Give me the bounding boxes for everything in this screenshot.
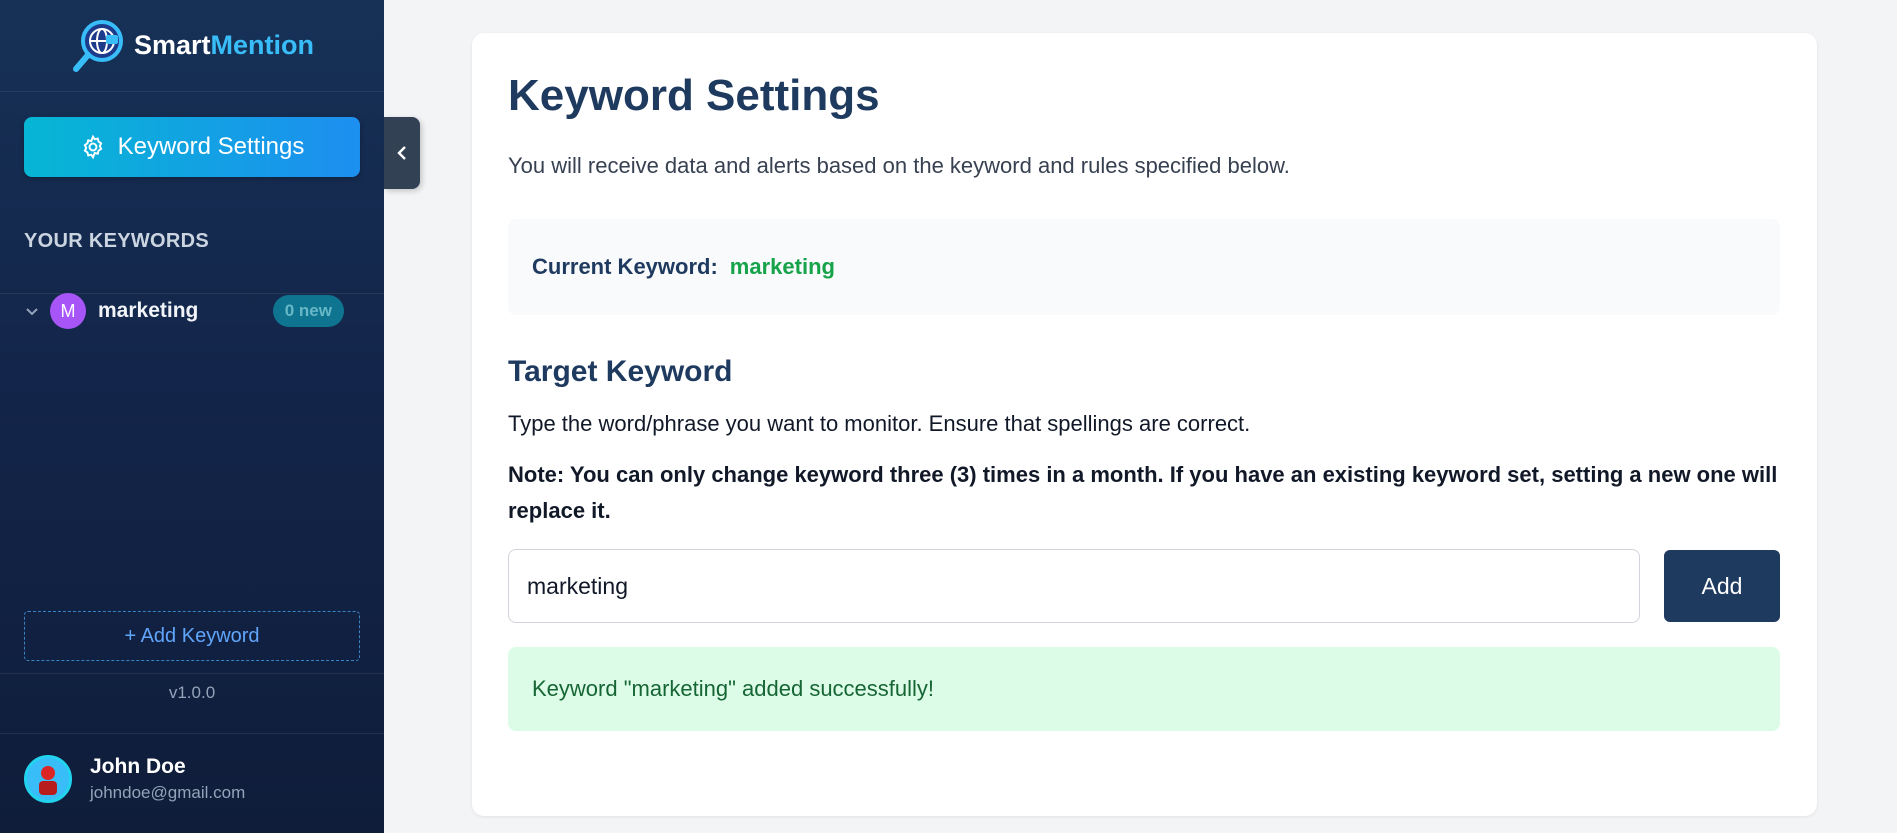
new-count-badge: 0 new (272, 295, 344, 327)
help-text: Type the word/phrase you want to monitor… (508, 411, 1251, 436)
current-keyword-label: Current Keyword: (532, 254, 718, 279)
gear-icon (83, 134, 102, 160)
user-profile[interactable]: John Doe johndoe@gmail.com (24, 755, 245, 803)
user-email: johndoe@gmail.com (90, 783, 246, 802)
chevron-down-icon[interactable] (24, 303, 50, 319)
keyword-avatar: M (50, 293, 86, 329)
brand: SmartMention (0, 0, 384, 92)
keyword-change-note: Note: You can only change keyword three … (508, 462, 1778, 523)
your-keywords-heading: YOUR KEYWORDS (24, 230, 210, 252)
keyword-settings-nav-button[interactable]: Keyword Settings (24, 117, 360, 177)
nav-section: Keyword Settings (0, 92, 384, 294)
current-keyword-box: Current Keyword: marketing (508, 219, 1780, 315)
page-title: Keyword Settings (508, 71, 880, 120)
page-description: You will receive data and alerts based o… (508, 153, 1290, 178)
user-name: John Doe (90, 755, 186, 778)
current-keyword-value: marketing (729, 254, 835, 279)
keyword-settings-card: Keyword Settings You will receive data a… (472, 33, 1817, 816)
version-label: v1.0.0 (168, 683, 216, 702)
globe-search-icon (72, 19, 123, 72)
keyword-label: marketing (98, 299, 199, 322)
add-keyword-button[interactable]: + Add Keyword (24, 611, 360, 661)
add-button[interactable]: Add (1664, 550, 1780, 622)
user-info: John Doe johndoe@gmail.com (90, 755, 245, 803)
chevron-left-icon (397, 146, 406, 160)
divider (0, 733, 384, 734)
divider (0, 673, 384, 674)
target-keyword-heading: Target Keyword (508, 355, 733, 388)
app-root: SmartMention Keyword Settings YOUR KEYWO… (0, 0, 1897, 833)
success-alert: Keyword "marketing" added successfully! (508, 647, 1780, 731)
brand-name: SmartMention (133, 30, 314, 60)
keyword-input[interactable] (508, 549, 1640, 623)
nav-button-label: Keyword Settings (117, 133, 305, 160)
keyword-item-marketing[interactable]: M marketing 0 new (24, 290, 344, 332)
avatar (24, 755, 72, 803)
sidebar: SmartMention Keyword Settings YOUR KEYWO… (0, 0, 384, 833)
collapse-sidebar-button[interactable] (384, 117, 420, 189)
